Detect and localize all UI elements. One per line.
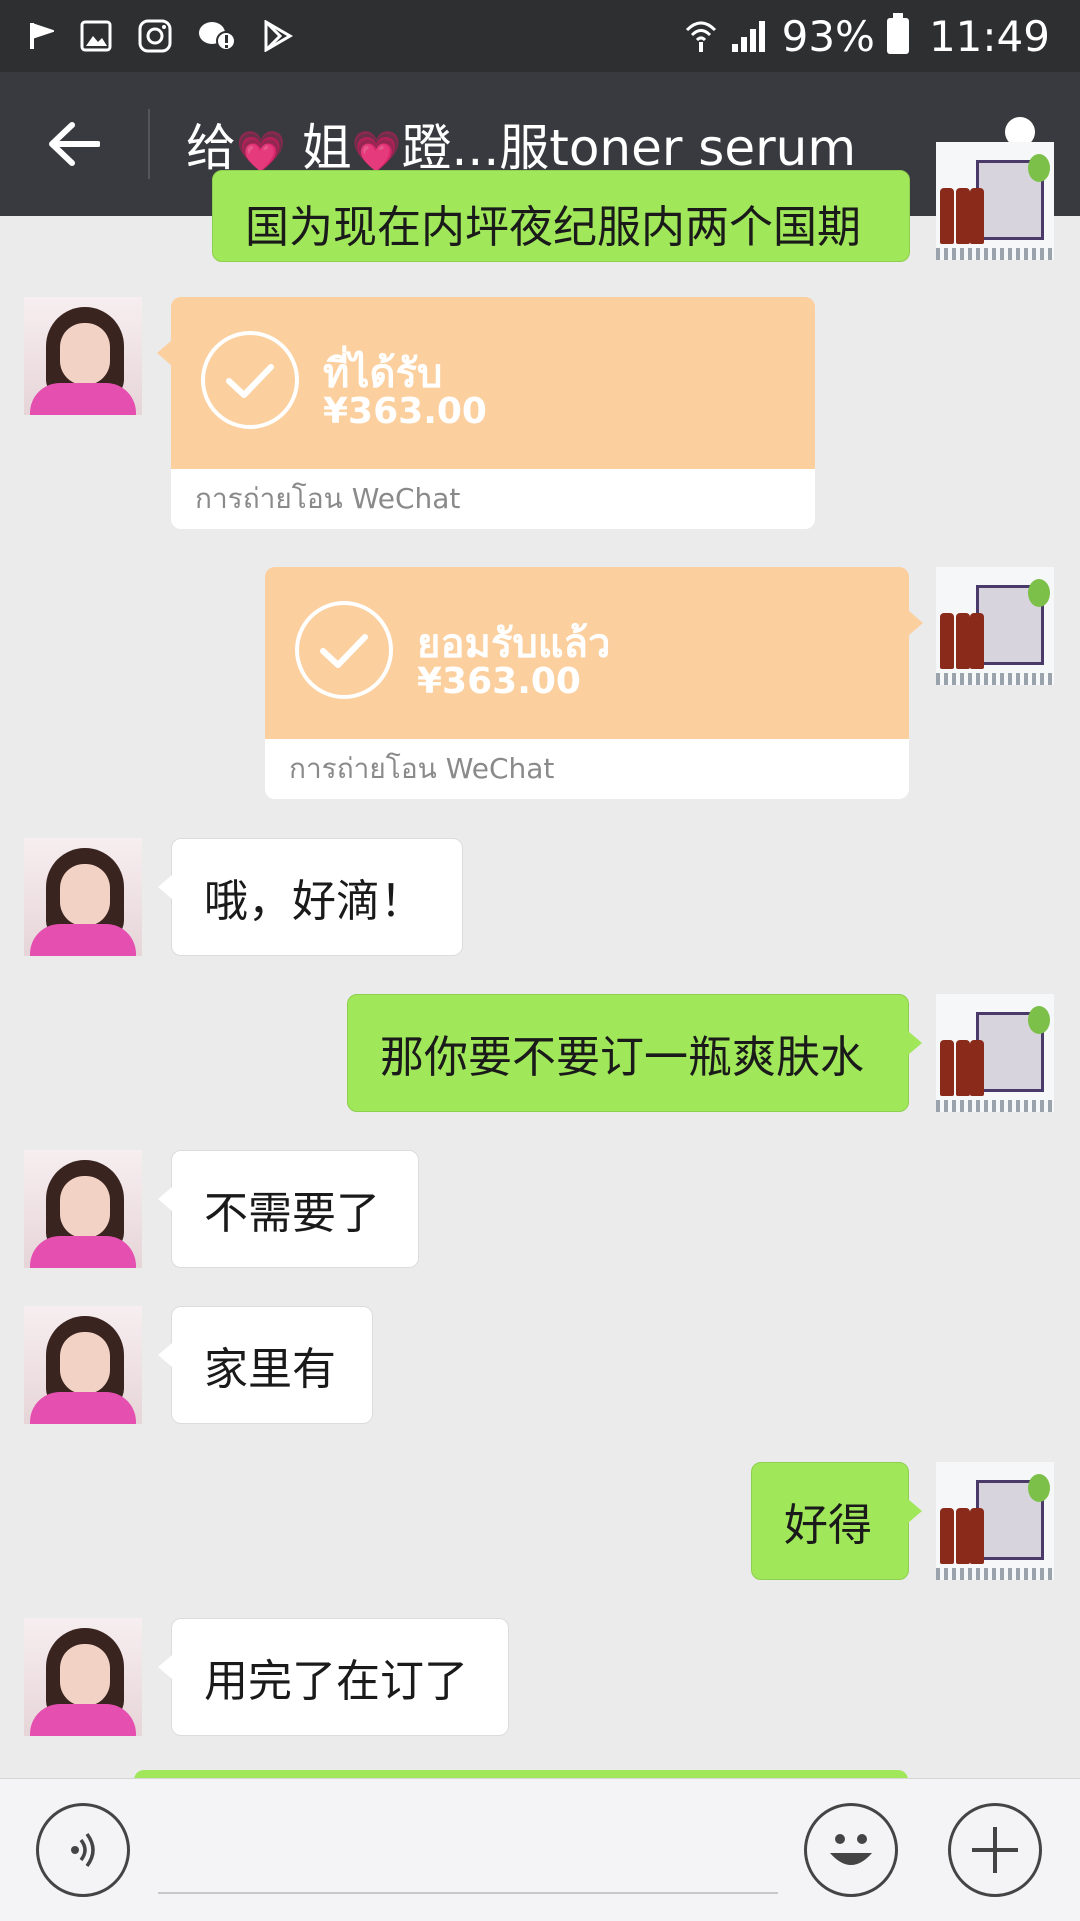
heart-emoji: 💗 bbox=[351, 129, 402, 175]
wechat-alert-icon bbox=[199, 22, 236, 51]
smiley-icon bbox=[830, 1834, 872, 1865]
flag-icon bbox=[30, 23, 54, 49]
message-bubble[interactable]: 家里有 bbox=[158, 1306, 373, 1424]
contact-avatar[interactable] bbox=[24, 838, 142, 956]
transfer-amount: ¥363.00 bbox=[417, 661, 581, 702]
message-bubble[interactable]: 那你要不要订一瓶爽肤水 bbox=[347, 994, 922, 1112]
back-button[interactable] bbox=[0, 72, 148, 216]
my-avatar[interactable] bbox=[936, 994, 1054, 1112]
title-part-3: 蹬...服toner serum bbox=[401, 119, 857, 177]
clock: 11:49 bbox=[928, 11, 1050, 61]
contact-avatar[interactable] bbox=[24, 1150, 142, 1268]
message-text: 家里有 bbox=[204, 1344, 336, 1395]
message-text: 那你要不要订一瓶爽肤水 bbox=[380, 1032, 864, 1083]
message-text: 用完了在订了 bbox=[204, 1656, 468, 1707]
partial-message-text: 国为现在内坪夜纪服内两个国期 bbox=[245, 202, 861, 253]
transfer-label: การถ่ายโอน WeChat bbox=[265, 739, 909, 799]
title-part-1: 给 bbox=[186, 119, 236, 177]
message-text: 好得 bbox=[784, 1500, 872, 1551]
battery-percent: 93% bbox=[781, 11, 875, 61]
partial-message-bubble[interactable]: 国为现在内坪夜纪服内两个国期 bbox=[212, 170, 910, 262]
voice-button[interactable] bbox=[36, 1803, 130, 1897]
arrow-left-icon bbox=[49, 122, 100, 166]
message-bubble[interactable]: 不需要了 bbox=[158, 1150, 419, 1268]
heart-emoji: 💗 bbox=[236, 129, 286, 175]
check-circle-icon bbox=[295, 601, 393, 699]
message-bubble[interactable]: 好得 bbox=[751, 1462, 922, 1580]
my-avatar[interactable] bbox=[936, 1462, 1054, 1580]
check-circle-icon bbox=[201, 331, 299, 429]
plus-icon bbox=[972, 1827, 1018, 1873]
notification-icons bbox=[28, 19, 294, 53]
message-bubble[interactable]: 哦，好滴！ bbox=[158, 838, 463, 956]
battery-icon bbox=[886, 13, 909, 54]
contact-avatar[interactable] bbox=[24, 1618, 142, 1736]
signal-icon bbox=[731, 21, 765, 52]
emoji-button[interactable] bbox=[804, 1803, 898, 1897]
message-bubble[interactable]: 用完了在订了 bbox=[158, 1618, 509, 1736]
image-icon bbox=[80, 20, 112, 52]
more-button[interactable] bbox=[948, 1803, 1042, 1897]
message-text: 不需要了 bbox=[204, 1188, 380, 1239]
status-bar: 93% 11:49 bbox=[0, 0, 1080, 72]
header-divider bbox=[148, 109, 150, 179]
transfer-received-card[interactable]: ที่ได้รับ ¥363.00 การถ่ายโอน WeChat bbox=[157, 297, 815, 529]
voice-icon bbox=[71, 1832, 95, 1868]
contact-avatar[interactable] bbox=[24, 297, 142, 415]
instagram-icon bbox=[138, 19, 172, 53]
transfer-accepted-card[interactable]: ยอมรับแล้ว ¥363.00 การถ่ายโอน WeChat bbox=[265, 567, 923, 799]
play-store-icon bbox=[264, 20, 293, 52]
title-part-2: 姐 bbox=[301, 119, 352, 177]
message-input[interactable] bbox=[158, 1892, 778, 1894]
wifi-icon bbox=[685, 21, 716, 52]
my-avatar[interactable] bbox=[936, 567, 1054, 685]
my-avatar[interactable] bbox=[936, 142, 1054, 260]
transfer-label: การถ่ายโอน WeChat bbox=[171, 469, 815, 529]
input-bar bbox=[0, 1778, 1080, 1921]
contact-avatar[interactable] bbox=[24, 1306, 142, 1424]
transfer-amount: ¥363.00 bbox=[323, 391, 487, 432]
message-text: 哦，好滴！ bbox=[204, 876, 424, 927]
